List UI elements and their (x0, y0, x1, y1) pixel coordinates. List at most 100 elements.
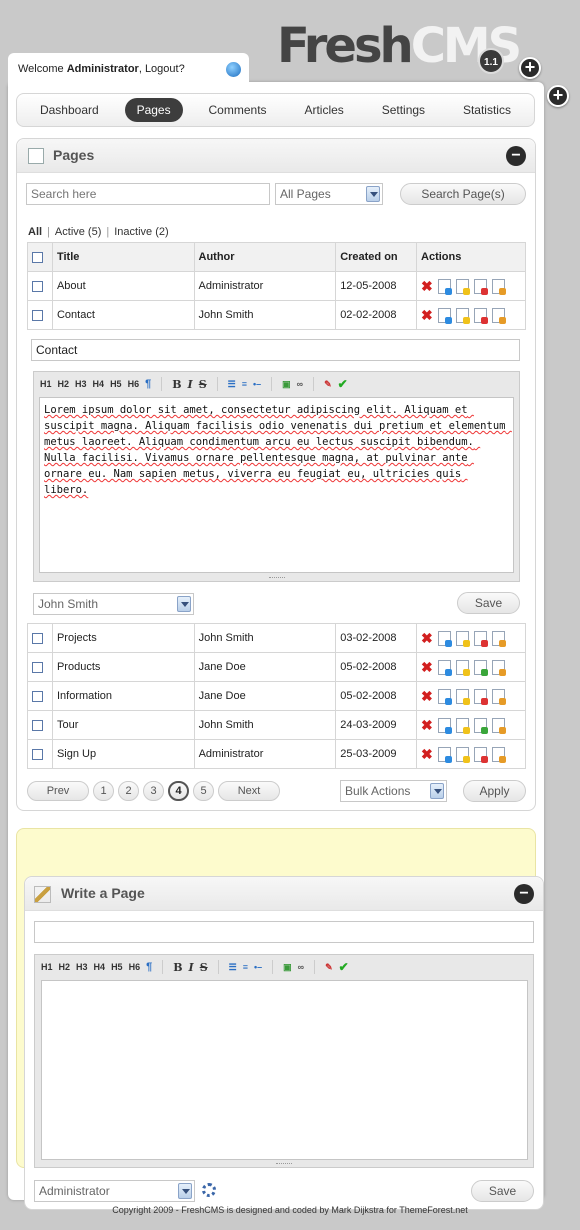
h2-button[interactable]: H2 (59, 962, 71, 972)
row-checkbox[interactable] (32, 719, 43, 731)
strike-button[interactable]: S (200, 961, 208, 974)
apply-button[interactable]: Apply (463, 780, 526, 802)
search-input[interactable] (26, 183, 270, 205)
edit-page-icon[interactable] (438, 688, 453, 705)
write-author-select[interactable]: Administrator (34, 1180, 195, 1202)
filter-all[interactable]: All (28, 226, 42, 238)
unpublish-page-icon[interactable] (474, 630, 489, 647)
page-1-button[interactable]: 1 (93, 781, 114, 801)
unpublish-page-icon[interactable] (474, 278, 489, 295)
resize-grip[interactable] (276, 1163, 292, 1166)
numbered-list-icon[interactable]: ≡ (243, 962, 248, 972)
filter-active[interactable]: Active (5) (55, 226, 101, 238)
horizontal-rule-icon[interactable]: •– (254, 962, 262, 972)
resize-grip[interactable] (268, 577, 285, 580)
publish-page-icon[interactable] (474, 717, 489, 734)
pencil-page-icon[interactable] (492, 659, 507, 676)
add-panel-button[interactable]: + (547, 85, 569, 107)
clean-icon[interactable]: ✎ (325, 962, 333, 973)
pencil-page-icon[interactable] (492, 278, 507, 295)
delete-icon[interactable]: ✖ (421, 307, 433, 324)
edit-page-icon[interactable] (438, 717, 453, 734)
row-title[interactable]: Contact (51, 300, 195, 330)
italic-button[interactable]: I (189, 961, 194, 974)
edit-save-button[interactable]: Save (457, 592, 520, 614)
page-4-button[interactable]: 4 (168, 781, 189, 801)
h6-button[interactable]: H6 (128, 379, 140, 389)
delete-icon[interactable]: ✖ (421, 630, 433, 647)
bold-button[interactable]: B (172, 378, 181, 391)
paragraph-button[interactable]: ¶ (146, 961, 152, 973)
nav-pages[interactable]: Pages (124, 98, 183, 122)
warning-page-icon[interactable] (456, 630, 471, 647)
edit-page-icon[interactable] (438, 746, 453, 763)
col-title[interactable]: Title (51, 242, 195, 272)
link-icon[interactable]: ∞ (297, 379, 303, 389)
h2-button[interactable]: H2 (58, 379, 70, 389)
edit-page-icon[interactable] (438, 278, 453, 295)
row-checkbox[interactable] (32, 280, 43, 292)
row-checkbox[interactable] (32, 632, 43, 644)
unpublish-page-icon[interactable] (474, 307, 489, 324)
page-3-button[interactable]: 3 (143, 781, 164, 801)
write-save-button[interactable]: Save (471, 1180, 534, 1202)
add-widget-button[interactable]: + (519, 57, 541, 79)
warning-page-icon[interactable] (456, 717, 471, 734)
numbered-list-icon[interactable]: ≡ (242, 379, 247, 389)
warning-page-icon[interactable] (456, 688, 471, 705)
h5-button[interactable]: H5 (111, 962, 123, 972)
collapse-button[interactable]: − (506, 146, 526, 166)
horizontal-rule-icon[interactable]: •– (253, 379, 261, 389)
page-filter-select[interactable]: All Pages (275, 183, 383, 205)
warning-page-icon[interactable] (456, 746, 471, 763)
check-icon[interactable]: ✔ (339, 960, 349, 974)
write-title-input[interactable] (34, 921, 534, 943)
h4-button[interactable]: H4 (94, 962, 106, 972)
publish-page-icon[interactable] (474, 659, 489, 676)
h1-button[interactable]: H1 (41, 962, 53, 972)
warning-page-icon[interactable] (456, 307, 471, 324)
row-title[interactable]: Projects (51, 623, 195, 653)
delete-icon[interactable]: ✖ (421, 717, 433, 734)
link-icon[interactable]: ∞ (298, 962, 304, 972)
gear-icon[interactable] (202, 1183, 216, 1197)
bulk-actions-select[interactable]: Bulk Actions (340, 780, 447, 802)
italic-button[interactable]: I (188, 378, 193, 391)
write-body-textarea[interactable] (41, 980, 528, 1160)
nav-comments[interactable]: Comments (197, 98, 279, 122)
delete-icon[interactable]: ✖ (421, 688, 433, 705)
h3-button[interactable]: H3 (75, 379, 87, 389)
row-title[interactable]: Tour (51, 710, 195, 740)
select-all-checkbox[interactable] (32, 251, 43, 263)
pencil-page-icon[interactable] (492, 307, 507, 324)
row-title[interactable]: About (51, 271, 195, 301)
search-pages-button[interactable]: Search Page(s) (400, 183, 526, 205)
delete-icon[interactable]: ✖ (421, 659, 433, 676)
col-created[interactable]: Created on (335, 242, 418, 272)
edit-page-icon[interactable] (438, 659, 453, 676)
delete-icon[interactable]: ✖ (421, 746, 433, 763)
edit-page-icon[interactable] (438, 630, 453, 647)
warning-page-icon[interactable] (456, 659, 471, 676)
h6-button[interactable]: H6 (129, 962, 141, 972)
nav-settings[interactable]: Settings (370, 98, 437, 122)
pencil-page-icon[interactable] (492, 688, 507, 705)
nav-articles[interactable]: Articles (292, 98, 355, 122)
collapse-button[interactable]: − (514, 884, 534, 904)
delete-icon[interactable]: ✖ (421, 278, 433, 295)
page-2-button[interactable]: 2 (118, 781, 139, 801)
edit-author-select[interactable]: John Smith (33, 593, 194, 615)
image-icon[interactable]: ▣ (282, 379, 291, 390)
h5-button[interactable]: H5 (110, 379, 122, 389)
pencil-page-icon[interactable] (492, 746, 507, 763)
paragraph-button[interactable]: ¶ (145, 378, 151, 390)
globe-icon[interactable] (226, 62, 241, 77)
bullet-list-icon[interactable]: ☰ (229, 962, 237, 973)
edit-body-textarea[interactable]: Lorem ipsum dolor sit amet, consectetur … (39, 397, 514, 573)
row-title[interactable]: Products (51, 652, 195, 682)
row-title[interactable]: Information (51, 681, 195, 711)
col-author[interactable]: Author (193, 242, 337, 272)
pencil-page-icon[interactable] (492, 630, 507, 647)
page-5-button[interactable]: 5 (193, 781, 214, 801)
bullet-list-icon[interactable]: ☰ (228, 379, 236, 390)
